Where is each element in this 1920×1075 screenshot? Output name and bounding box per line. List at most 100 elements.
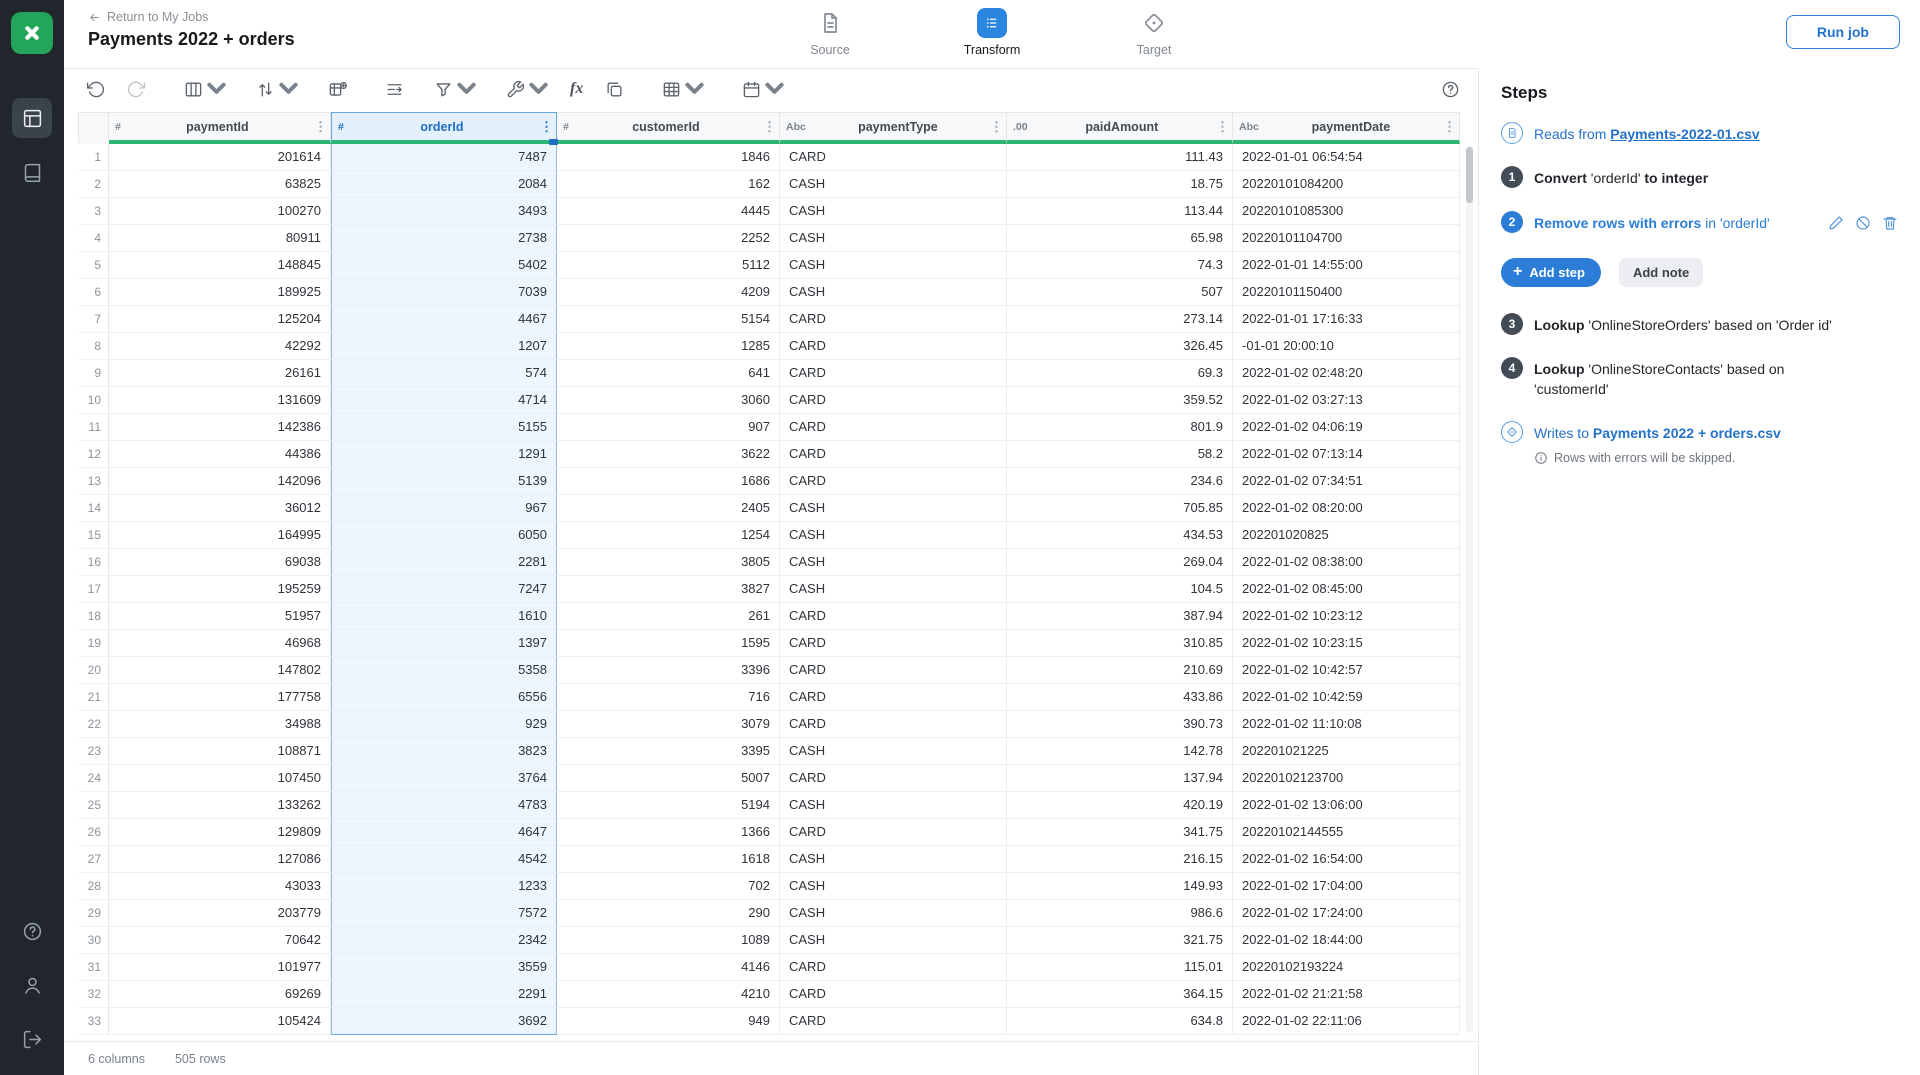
cell-paymentType[interactable]: CASH xyxy=(780,252,1007,279)
delete-step-icon[interactable] xyxy=(1882,215,1898,236)
cleanup-button[interactable] xyxy=(506,80,548,99)
formula-button[interactable]: fx xyxy=(570,80,583,98)
cell-orderId[interactable]: 4542 xyxy=(331,846,557,873)
nav-transform[interactable]: Transform xyxy=(954,8,1030,57)
cell-paymentId[interactable]: 125204 xyxy=(109,306,331,333)
cell-customerId[interactable]: 1846 xyxy=(557,144,780,171)
cell-paymentId[interactable]: 201614 xyxy=(109,144,331,171)
cell-paymentId[interactable]: 63825 xyxy=(109,171,331,198)
row-number[interactable]: 12 xyxy=(78,441,109,468)
duplicate-button[interactable] xyxy=(605,80,624,99)
cell-paymentDate[interactable]: 2022-01-02 22:11:06 xyxy=(1233,1008,1460,1035)
row-number[interactable]: 28 xyxy=(78,873,109,900)
column-menu-icon[interactable]: ⋮ xyxy=(763,119,773,135)
cell-orderId[interactable]: 6050 xyxy=(331,522,557,549)
cell-orderId[interactable]: 2291 xyxy=(331,981,557,1008)
cell-customerId[interactable]: 1285 xyxy=(557,333,780,360)
cell-paymentType[interactable]: CARD xyxy=(780,441,1007,468)
cell-paymentType[interactable]: CASH xyxy=(780,927,1007,954)
cell-paymentType[interactable]: CASH xyxy=(780,522,1007,549)
grid-vertical-scrollbar[interactable] xyxy=(1466,146,1473,1033)
cell-customerId[interactable]: 907 xyxy=(557,414,780,441)
row-number[interactable]: 3 xyxy=(78,198,109,225)
row-number[interactable]: 33 xyxy=(78,1008,109,1035)
cell-paymentId[interactable]: 43033 xyxy=(109,873,331,900)
cell-paymentType[interactable]: CASH xyxy=(780,198,1007,225)
cell-paymentId[interactable]: 164995 xyxy=(109,522,331,549)
cell-orderId[interactable]: 1233 xyxy=(331,873,557,900)
cell-paymentId[interactable]: 51957 xyxy=(109,603,331,630)
cell-paymentDate[interactable]: 2022-01-02 10:23:12 xyxy=(1233,603,1460,630)
sidebar-item-grid-editor[interactable] xyxy=(12,98,52,138)
edit-step-icon[interactable] xyxy=(1828,215,1844,236)
cell-orderId[interactable]: 7487 xyxy=(331,144,557,171)
cell-customerId[interactable]: 5194 xyxy=(557,792,780,819)
column-header-orderId[interactable]: #orderId⋮ xyxy=(331,112,557,144)
cell-paymentType[interactable]: CARD xyxy=(780,468,1007,495)
cell-paidAmount[interactable]: 74.3 xyxy=(1007,252,1233,279)
cell-paymentType[interactable]: CASH xyxy=(780,792,1007,819)
cell-paymentType[interactable]: CASH xyxy=(780,495,1007,522)
cell-paymentType[interactable]: CARD xyxy=(780,657,1007,684)
cell-paidAmount[interactable]: 634.8 xyxy=(1007,1008,1233,1035)
step-item-3[interactable]: 3 Lookup 'OnlineStoreOrders' based on 'O… xyxy=(1501,313,1900,335)
cell-orderId[interactable]: 3823 xyxy=(331,738,557,765)
cell-paymentDate[interactable]: 202201020825 xyxy=(1233,522,1460,549)
row-number[interactable]: 11 xyxy=(78,414,109,441)
cell-paymentId[interactable]: 36012 xyxy=(109,495,331,522)
columns-button[interactable] xyxy=(184,80,226,99)
cell-customerId[interactable]: 1366 xyxy=(557,819,780,846)
cell-paymentType[interactable]: CARD xyxy=(780,1008,1007,1035)
cell-orderId[interactable]: 1610 xyxy=(331,603,557,630)
cell-paymentType[interactable]: CASH xyxy=(780,846,1007,873)
cell-paidAmount[interactable]: 420.19 xyxy=(1007,792,1233,819)
app-logo[interactable] xyxy=(11,12,53,54)
cell-paymentType[interactable]: CARD xyxy=(780,765,1007,792)
cell-customerId[interactable]: 3827 xyxy=(557,576,780,603)
cell-customerId[interactable]: 1254 xyxy=(557,522,780,549)
cell-customerId[interactable]: 2405 xyxy=(557,495,780,522)
cell-paymentId[interactable]: 69038 xyxy=(109,549,331,576)
cell-paymentType[interactable]: CARD xyxy=(780,819,1007,846)
cell-paymentDate[interactable]: 2022-01-02 16:54:00 xyxy=(1233,846,1460,873)
column-menu-icon[interactable]: ⋮ xyxy=(990,119,1000,135)
cell-paymentId[interactable]: 100270 xyxy=(109,198,331,225)
cell-orderId[interactable]: 7247 xyxy=(331,576,557,603)
cell-paymentType[interactable]: CARD xyxy=(780,387,1007,414)
cell-paidAmount[interactable]: 359.52 xyxy=(1007,387,1233,414)
cell-customerId[interactable]: 1595 xyxy=(557,630,780,657)
cell-orderId[interactable]: 4467 xyxy=(331,306,557,333)
cell-paidAmount[interactable]: 234.6 xyxy=(1007,468,1233,495)
cell-customerId[interactable]: 1686 xyxy=(557,468,780,495)
undo-button[interactable] xyxy=(86,80,105,99)
row-number[interactable]: 23 xyxy=(78,738,109,765)
cell-paymentId[interactable]: 203779 xyxy=(109,900,331,927)
cell-paidAmount[interactable]: 113.44 xyxy=(1007,198,1233,225)
scrollbar-thumb[interactable] xyxy=(1466,147,1473,203)
cell-orderId[interactable]: 574 xyxy=(331,360,557,387)
cell-paymentId[interactable]: 69269 xyxy=(109,981,331,1008)
cell-paymentDate[interactable]: 2022-01-02 02:48:20 xyxy=(1233,360,1460,387)
cell-paymentType[interactable]: CARD xyxy=(780,630,1007,657)
back-link[interactable]: Return to My Jobs xyxy=(88,10,208,24)
cell-paymentType[interactable]: CASH xyxy=(780,171,1007,198)
cell-paidAmount[interactable]: 216.15 xyxy=(1007,846,1233,873)
column-menu-icon[interactable]: ⋮ xyxy=(1216,119,1226,135)
cell-paymentDate[interactable]: 2022-01-02 10:23:15 xyxy=(1233,630,1460,657)
row-number[interactable]: 10 xyxy=(78,387,109,414)
cell-paymentDate[interactable]: 2022-01-02 21:21:58 xyxy=(1233,981,1460,1008)
cell-paymentDate[interactable]: 2022-01-02 11:10:08 xyxy=(1233,711,1460,738)
cell-paymentDate[interactable]: 2022-01-02 17:24:00 xyxy=(1233,900,1460,927)
row-number[interactable]: 22 xyxy=(78,711,109,738)
cell-paymentId[interactable]: 80911 xyxy=(109,225,331,252)
cell-orderId[interactable]: 4783 xyxy=(331,792,557,819)
cell-paymentDate[interactable]: 2022-01-02 10:42:57 xyxy=(1233,657,1460,684)
cell-orderId[interactable]: 5155 xyxy=(331,414,557,441)
cell-customerId[interactable]: 5154 xyxy=(557,306,780,333)
cell-customerId[interactable]: 4445 xyxy=(557,198,780,225)
cell-customerId[interactable]: 3395 xyxy=(557,738,780,765)
cell-paymentId[interactable]: 34988 xyxy=(109,711,331,738)
cell-paymentId[interactable]: 129809 xyxy=(109,819,331,846)
cell-paymentId[interactable]: 142386 xyxy=(109,414,331,441)
cell-paymentDate[interactable]: 2022-01-02 18:44:00 xyxy=(1233,927,1460,954)
